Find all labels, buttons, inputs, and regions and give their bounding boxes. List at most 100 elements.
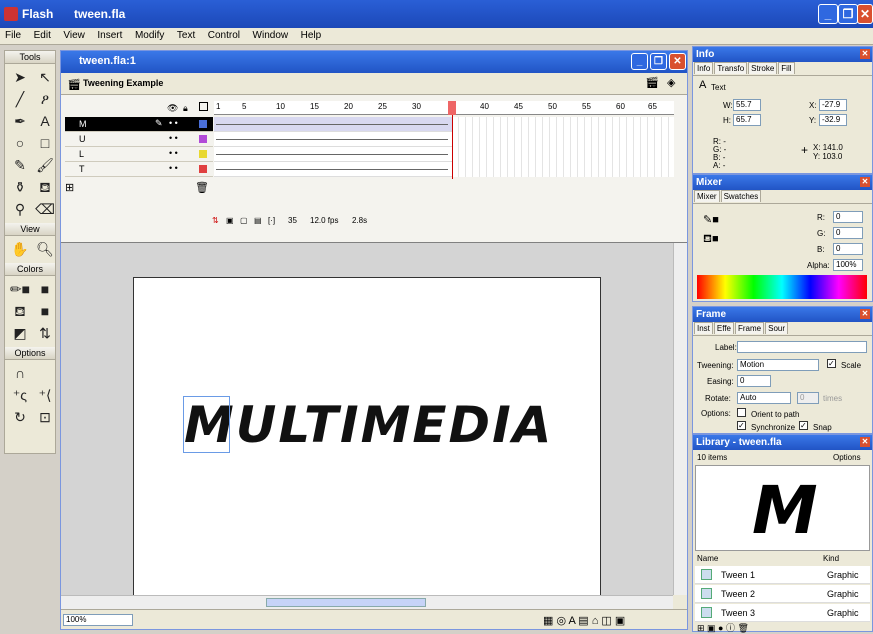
fill-color-icon[interactable]: ⛾■ xyxy=(703,233,719,247)
stroke-color-swatch[interactable]: ✏■ xyxy=(8,279,32,300)
stroke-color-icon[interactable]: ✎■ xyxy=(703,213,719,226)
swap-colors-icon[interactable]: ⇅ xyxy=(33,323,57,344)
rotate-times-field[interactable]: 0 xyxy=(797,392,819,404)
width-field[interactable]: 55.7 xyxy=(733,99,761,111)
stroke-color-chip[interactable]: ■ xyxy=(33,279,57,300)
tween-span[interactable] xyxy=(214,162,674,177)
doc-minimize-button[interactable]: _ xyxy=(631,53,648,70)
alpha-field[interactable]: 100% xyxy=(833,259,863,271)
eye-icon[interactable]: 👁︎ xyxy=(167,103,178,114)
text-tool-icon[interactable]: A xyxy=(33,111,57,132)
line-tool-icon[interactable]: ╱ xyxy=(8,89,32,110)
edit-multiple-icon[interactable]: ▤ xyxy=(254,216,262,225)
brush-tool-icon[interactable]: 🖌 xyxy=(33,155,57,176)
layer-row[interactable]: L • • xyxy=(65,147,213,162)
green-field[interactable]: 0 xyxy=(833,227,863,239)
frame-label-field[interactable] xyxy=(737,341,867,353)
tween-span[interactable] xyxy=(214,147,674,162)
scale-checkbox[interactable]: ✓ xyxy=(827,359,836,368)
minimize-button[interactable]: _ xyxy=(818,4,838,24)
edit-scene-icon[interactable]: 🎬︎ xyxy=(645,76,659,89)
x-field[interactable]: -27.9 xyxy=(819,99,847,111)
panel-close-icon[interactable]: ✕ xyxy=(860,437,870,447)
menu-help[interactable]: Help xyxy=(296,28,327,41)
scroll-thumb[interactable] xyxy=(266,598,426,607)
height-field[interactable]: 65.7 xyxy=(733,114,761,126)
orient-checkbox[interactable] xyxy=(737,408,746,417)
easing-field[interactable]: 0 xyxy=(737,375,771,387)
menu-window[interactable]: Window xyxy=(248,28,294,41)
menu-modify[interactable]: Modify xyxy=(130,28,169,41)
onion-markers-icon[interactable]: [·] xyxy=(268,216,275,225)
onion-skin-icon[interactable]: ▣ xyxy=(226,216,234,225)
lock-icon[interactable]: 🔒︎ xyxy=(183,103,188,114)
tab-frame[interactable]: Frame xyxy=(735,322,765,334)
oval-tool-icon[interactable]: ○ xyxy=(8,133,32,154)
menu-view[interactable]: View xyxy=(58,28,90,41)
tween-span[interactable] xyxy=(214,132,674,147)
menu-edit[interactable]: Edit xyxy=(29,28,56,41)
library-options-button[interactable]: Options xyxy=(833,453,861,462)
tab-instance[interactable]: Inst xyxy=(694,322,713,334)
paint-bucket-icon[interactable]: ⛾ xyxy=(33,177,57,198)
library-item[interactable]: Tween 3 Graphic xyxy=(695,604,870,622)
red-field[interactable]: 0 xyxy=(833,211,863,223)
trash-icon[interactable]: 🗑︎ xyxy=(195,181,209,194)
edit-symbol-icon[interactable]: ◈ xyxy=(667,76,675,89)
fill-color-swatch[interactable]: ⛾ xyxy=(8,301,32,322)
y-field[interactable]: -32.9 xyxy=(819,114,847,126)
layer-row[interactable]: T • • xyxy=(65,162,213,177)
doc-close-button[interactable]: ✕ xyxy=(669,53,686,70)
doc-maximize-button[interactable]: ❐ xyxy=(650,53,667,70)
close-button[interactable]: ✕ xyxy=(857,4,873,24)
smooth-icon[interactable]: ⁺ς xyxy=(8,385,32,406)
stage[interactable]: MULTIMEDIA xyxy=(133,277,601,617)
column-name[interactable]: Name xyxy=(697,554,718,563)
snap-checkbox[interactable]: ✓ xyxy=(799,421,808,430)
library-item[interactable]: Tween 2 Graphic xyxy=(695,585,870,603)
eyedropper-icon[interactable]: ⚲ xyxy=(8,199,32,220)
menu-control[interactable]: Control xyxy=(203,28,245,41)
tab-mixer[interactable]: Mixer xyxy=(694,190,720,202)
zoom-tool-icon[interactable]: 🔍︎ xyxy=(33,239,57,260)
rotate-icon[interactable]: ↻ xyxy=(8,407,32,428)
layer-row[interactable]: U • • xyxy=(65,132,213,147)
subselect-tool-icon[interactable]: ↖ xyxy=(33,67,57,88)
scale-icon[interactable]: ⊡ xyxy=(33,407,57,428)
pencil-tool-icon[interactable]: ✎ xyxy=(8,155,32,176)
default-colors-icon[interactable]: ◩ xyxy=(8,323,32,344)
tween-span[interactable] xyxy=(214,117,674,132)
blue-field[interactable]: 0 xyxy=(833,243,863,255)
zoom-select[interactable]: 100% xyxy=(63,614,133,626)
onion-outline-icon[interactable]: ▢ xyxy=(240,216,248,225)
snap-magnet-icon[interactable]: ∩ xyxy=(8,363,32,384)
add-layer-icon[interactable]: ⊞ xyxy=(65,181,74,194)
playhead[interactable] xyxy=(448,101,456,115)
stage-text[interactable]: MULTIMEDIA xyxy=(184,396,553,454)
menu-insert[interactable]: Insert xyxy=(92,28,127,41)
rotate-select[interactable]: Auto xyxy=(737,392,791,404)
pen-tool-icon[interactable]: ✒ xyxy=(8,111,32,132)
center-frame-icon[interactable]: ⇅ xyxy=(212,216,219,225)
hand-tool-icon[interactable]: ✋ xyxy=(8,239,32,260)
outline-icon[interactable] xyxy=(199,102,208,111)
tab-stroke[interactable]: Stroke xyxy=(748,62,778,74)
column-kind[interactable]: Kind xyxy=(823,554,839,563)
vertical-scrollbar[interactable] xyxy=(673,243,687,595)
arrow-tool-icon[interactable]: ➤ xyxy=(8,67,32,88)
tweening-select[interactable]: Motion xyxy=(737,359,819,371)
sync-checkbox[interactable]: ✓ xyxy=(737,421,746,430)
eraser-icon[interactable]: ⌫ xyxy=(33,199,57,220)
tab-effect[interactable]: Effe xyxy=(713,322,734,334)
tab-transform[interactable]: Transfo xyxy=(714,62,748,74)
ink-bottle-icon[interactable]: ⚱ xyxy=(8,177,32,198)
rect-tool-icon[interactable]: □ xyxy=(33,133,57,154)
straighten-icon[interactable]: ⁺⟨ xyxy=(33,385,57,406)
library-item[interactable]: Tween 1 Graphic xyxy=(695,566,870,584)
menu-text[interactable]: Text xyxy=(172,28,200,41)
horizontal-scrollbar[interactable] xyxy=(61,595,673,609)
layer-row[interactable]: M ✎ • • xyxy=(65,117,213,132)
color-spectrum[interactable] xyxy=(697,275,867,299)
panel-close-icon[interactable]: ✕ xyxy=(860,309,870,319)
tab-info[interactable]: Info xyxy=(694,62,714,74)
